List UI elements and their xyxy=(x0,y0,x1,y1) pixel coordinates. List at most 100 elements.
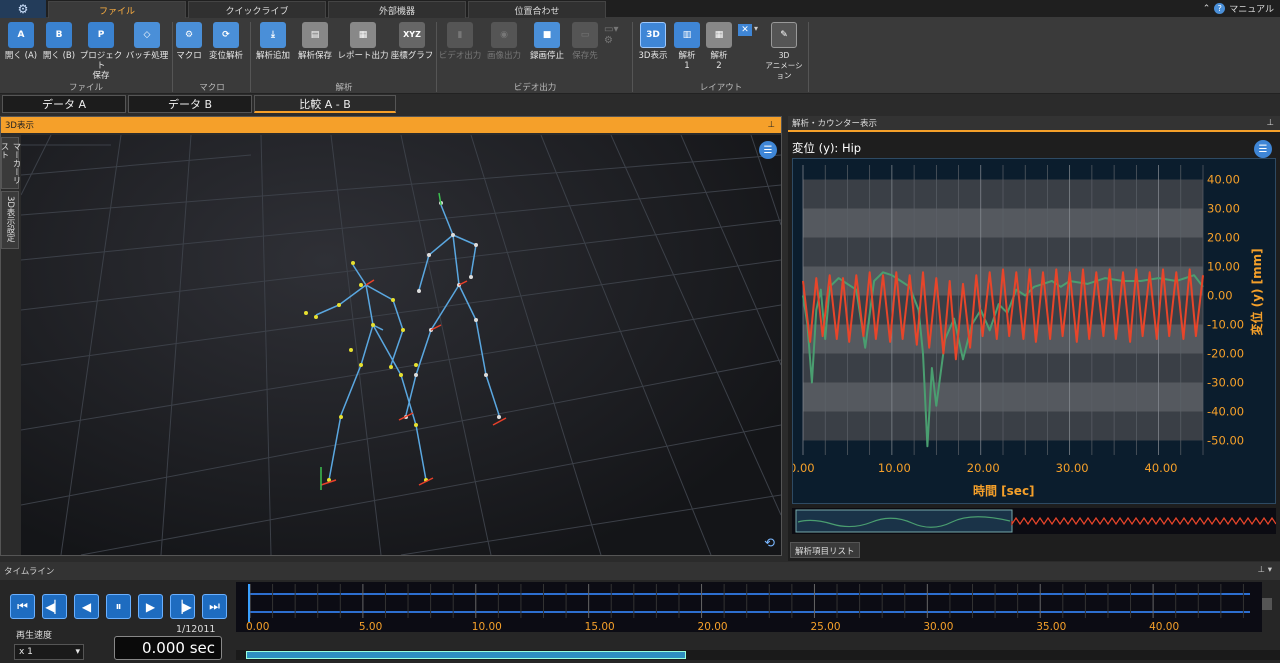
y-tick-label: -50.00 xyxy=(1207,434,1244,448)
image-out-icon: ◉ xyxy=(491,22,517,48)
tab-alignment[interactable]: 位置合わせ xyxy=(468,1,606,18)
video-settings-icon[interactable]: ▭▾ ⚙ xyxy=(604,24,618,46)
image-output-button[interactable]: ◉ 画像出力 xyxy=(484,22,524,61)
3d-animation-button[interactable]: ✎ 3D アニメーション xyxy=(762,22,806,81)
project-save-icon: P xyxy=(88,22,114,48)
batch-button[interactable]: ◇ バッチ処理 xyxy=(124,22,170,61)
macro-button[interactable]: ⚙ マクロ xyxy=(174,22,204,61)
timeline-scrollbar[interactable] xyxy=(236,650,1280,660)
x-tick-label: 0.00 xyxy=(793,461,815,475)
timeline-tick-label: 10.00 xyxy=(472,621,502,632)
side-tab-marker-list[interactable]: マーカーリスト xyxy=(0,137,21,189)
3d-scene[interactable] xyxy=(21,135,781,555)
go-to-end-button[interactable]: ⏭ xyxy=(202,594,227,619)
layout-close-icon[interactable]: ✕ xyxy=(738,24,752,36)
step-back-icon: ◀▏ xyxy=(45,599,64,614)
batch-label: バッチ処理 xyxy=(125,51,169,61)
analysis-1-button[interactable]: ▥ 解析 1 xyxy=(672,22,702,71)
frame-counter: 1/12011 xyxy=(176,624,216,635)
x-tick-label: 30.00 xyxy=(1056,461,1089,475)
x-tick-label: 20.00 xyxy=(967,461,1000,475)
save-destination-button[interactable]: ▭ 保存先 xyxy=(568,22,602,61)
x-axis-label: 時間 [sec] xyxy=(973,483,1035,498)
step-forward-button[interactable]: ▕▶ xyxy=(170,594,195,619)
go-to-start-button[interactable]: ⏮ xyxy=(10,594,35,619)
overview-svg xyxy=(795,509,1277,533)
overview-strip[interactable] xyxy=(792,508,1277,534)
timeline-panel: タイムライン ⊥ ▾ ⏮ ◀▏ ◀ ⏸ ▶ ▕▶ ⏭ 再生速度 1/12011 x… xyxy=(0,562,1280,663)
timeline-tick-label: 15.00 xyxy=(585,621,615,632)
save-analysis-label: 解析保存 xyxy=(297,51,332,61)
graph-area[interactable]: 40.00 30.00 20.00 10.00 0.00 -10.00 -20.00 -30.… xyxy=(789,158,1277,505)
camera-reset-icon[interactable]: ⟲ xyxy=(764,536,775,551)
displacement-analysis-button[interactable]: ⟳ 変位解析 xyxy=(205,22,247,61)
video-out-label: ビデオ出力 xyxy=(438,51,482,61)
app-menu-gear-icon[interactable]: ⚙ xyxy=(0,0,46,18)
open-b-button[interactable]: B 開く (B) xyxy=(40,22,78,61)
video-out-icon: ▮ xyxy=(447,22,473,48)
layout-dropdown-icon[interactable]: ▾ xyxy=(754,24,758,33)
3d-view-button[interactable]: 3D 3D表示 xyxy=(635,22,671,61)
timeline-track[interactable]: 0.00 5.00 10.00 15.00 20.00 25.00 30.00 35.00 40… xyxy=(236,582,1262,633)
ribbon-separator xyxy=(172,22,173,92)
tab-quick-live[interactable]: クイックライブ xyxy=(188,1,326,18)
manual-link[interactable]: ⌃ ? マニュアル xyxy=(1203,2,1274,15)
y-tick-label: -10.00 xyxy=(1207,318,1244,332)
timeline-tick-label: 30.00 xyxy=(923,621,953,632)
y-tick-label: 30.00 xyxy=(1207,202,1240,216)
record-stop-button[interactable]: ■ 録画停止 xyxy=(526,22,568,61)
timeline-ruler: 0.00 5.00 10.00 15.00 20.00 25.00 30.00 35.00 40… xyxy=(246,584,1250,633)
3d-animation-icon: ✎ xyxy=(771,22,797,48)
open-a-button[interactable]: A 開く (A) xyxy=(2,22,40,61)
ribbon-separator xyxy=(250,22,251,92)
x-tick-label: 10.00 xyxy=(878,461,911,475)
3d-viewport[interactable]: ☰ ⟲ xyxy=(21,135,781,555)
step-back-button[interactable]: ◀▏ xyxy=(42,594,67,619)
play-button[interactable]: ▶ xyxy=(138,594,163,619)
tab-data-b[interactable]: データ B xyxy=(128,95,252,113)
ribbon: A 開く (A) B 開く (B) P プロジェクト 保存 ◇ バッチ処理 ⚙ マクロ ⟳… xyxy=(0,18,1280,94)
y-tick-label: 0.00 xyxy=(1207,289,1233,303)
report-output-button[interactable]: ▦ レポート出力 xyxy=(337,22,389,61)
timeline-vscroll[interactable] xyxy=(1262,598,1272,610)
add-analysis-button[interactable]: ⤓ 解析追加 xyxy=(253,22,293,61)
tab-data-a[interactable]: データ A xyxy=(2,95,126,113)
y-tick-label: -30.00 xyxy=(1207,376,1244,390)
tab-external-devices[interactable]: 外部機器 xyxy=(328,1,466,18)
tab-compare-a-b[interactable]: 比較 A - B xyxy=(254,95,396,113)
project-save-button[interactable]: P プロジェクト 保存 xyxy=(78,22,124,81)
3d-view-panel: 3D表示 ⊥ マーカーリスト 3D表示設定 ☰ ⟲ xyxy=(0,116,782,556)
collapse-ribbon-icon[interactable]: ⌃ xyxy=(1203,4,1211,14)
tab-file[interactable]: ファイル xyxy=(48,1,186,18)
play-icon: ▶ xyxy=(145,599,156,614)
analysis-2-button[interactable]: ▦ 解析 2 xyxy=(704,22,734,71)
graph-menu-icon[interactable]: ☰ xyxy=(1254,140,1272,158)
save-dest-icon: ▭ xyxy=(572,22,598,48)
y-axis-label: 変位 (y) [mm] xyxy=(1249,248,1264,335)
pause-button[interactable]: ⏸ xyxy=(106,594,131,619)
3d-list-menu-icon[interactable]: ☰ xyxy=(759,141,777,159)
chevron-down-icon: ▾ xyxy=(75,647,80,657)
3d-view-icon: 3D xyxy=(640,22,666,48)
record-stop-label: 録画停止 xyxy=(529,51,564,61)
time-display[interactable]: 0.000 sec xyxy=(114,636,222,660)
group-label-layout: レイアウト xyxy=(699,83,743,93)
open-a-icon: A xyxy=(8,22,34,48)
markers-a xyxy=(304,261,428,482)
y-tick-label: 20.00 xyxy=(1207,231,1240,245)
play-reverse-button[interactable]: ◀ xyxy=(74,594,99,619)
pause-icon: ⏸ xyxy=(115,599,122,613)
analysis-item-list-tab[interactable]: 解析項目リスト xyxy=(790,542,860,558)
displacement-chart[interactable]: 40.00 30.00 20.00 10.00 0.00 -10.00 -20.00 -30.… xyxy=(789,159,1277,505)
analysis-panel: 解析・カウンター表示 ⊥ 変位 (y): Hip ☰ 40.00 30.00 20.0… xyxy=(788,116,1280,561)
pin-icon[interactable]: ⊥ xyxy=(768,120,775,130)
pin-icon[interactable]: ⊥ xyxy=(1267,118,1274,128)
side-tab-3d-settings[interactable]: 3D表示設定 xyxy=(1,191,19,249)
y-tick-label: -20.00 xyxy=(1207,347,1244,361)
speed-select[interactable]: x 1 ▾ xyxy=(14,644,84,660)
timeline-pin-icon[interactable]: ⊥ ▾ xyxy=(1258,565,1272,575)
timeline-scroll-thumb[interactable] xyxy=(246,651,686,659)
coordinate-graph-button[interactable]: XYZ 座標グラフ xyxy=(390,22,434,61)
save-analysis-button[interactable]: ▤ 解析保存 xyxy=(295,22,335,61)
video-output-button[interactable]: ▮ ビデオ出力 xyxy=(438,22,482,61)
